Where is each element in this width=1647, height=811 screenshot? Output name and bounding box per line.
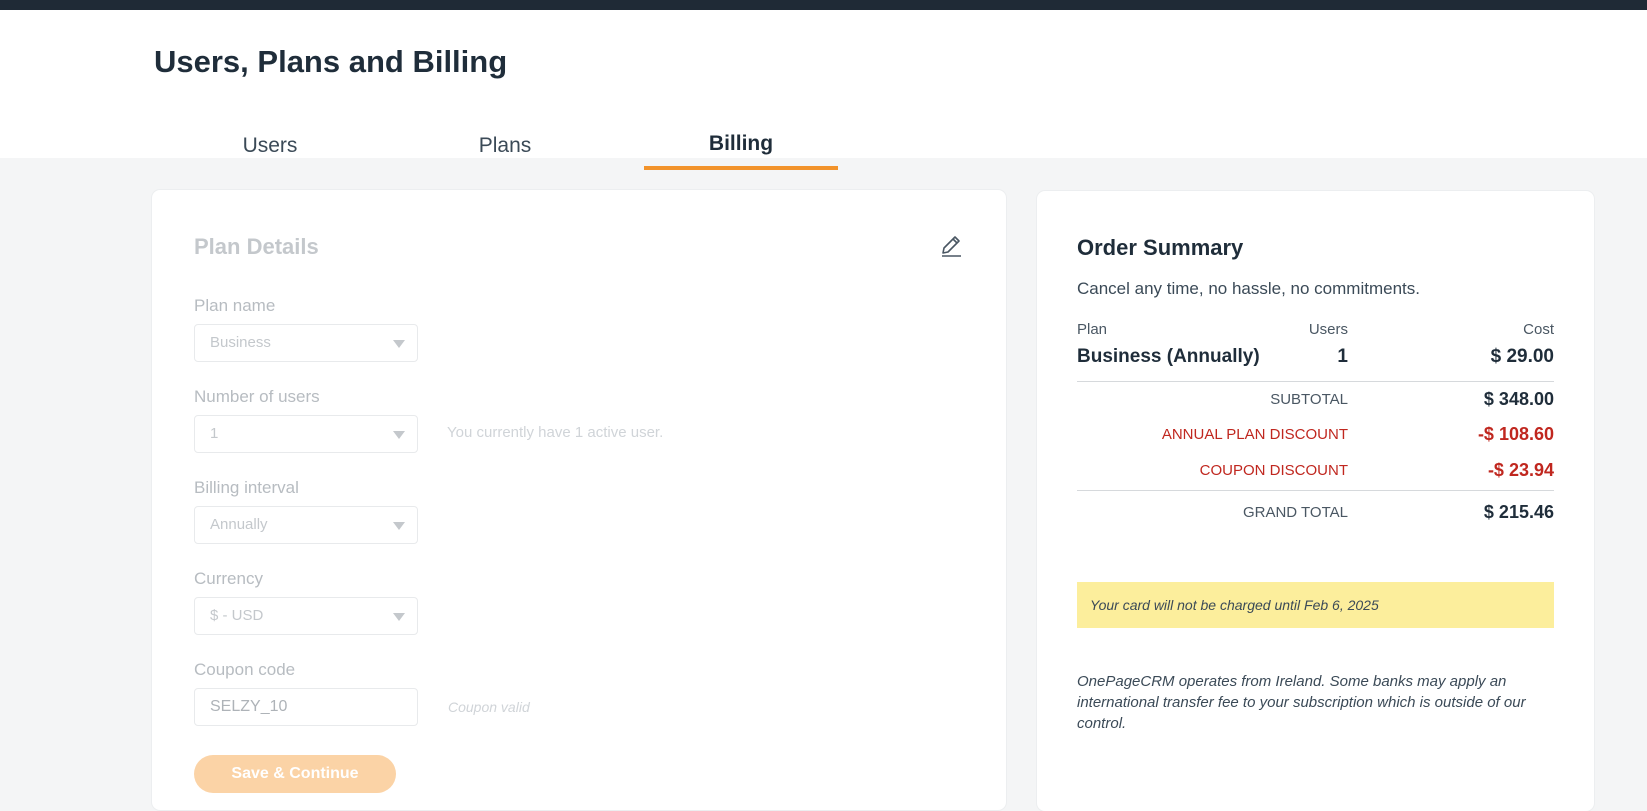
currency-label: Currency (194, 569, 263, 588)
charge-notice: Your card will not be charged until Feb … (1077, 582, 1554, 628)
grand-total-label: GRAND TOTAL (1242, 504, 1348, 521)
tab-users[interactable]: Users (190, 122, 350, 170)
plan-row-users: 1 (1337, 346, 1348, 367)
transfer-fee-footnote: OnePageCRM operates from Ireland. Some b… (1077, 673, 1526, 732)
chevron-down-icon (393, 522, 405, 530)
page-header: Users, Plans and Billing Users Plans Bil… (0, 10, 1647, 170)
coupon-code-label: Coupon code (194, 660, 296, 679)
annual-discount-value: -$ 108.60 (1477, 424, 1554, 444)
subtotal-value: $ 348.00 (1483, 389, 1554, 409)
top-bar (0, 0, 1647, 10)
plan-row-cost: $ 29.00 (1490, 346, 1554, 367)
coupon-discount-value: -$ 23.94 (1487, 460, 1554, 480)
subtotal-label: SUBTOTAL (1270, 391, 1348, 408)
chevron-down-icon (393, 431, 405, 439)
chevron-down-icon (393, 340, 405, 348)
billing-interval-select[interactable]: Annually (194, 506, 418, 544)
currency-select[interactable]: $ - USD (194, 597, 418, 635)
order-summary-card: Order Summary Cancel any time, no hassle… (1037, 191, 1594, 811)
tab-plans[interactable]: Plans (425, 122, 585, 170)
divider (1077, 381, 1554, 382)
active-users-hint: You currently have 1 active user. (447, 424, 664, 441)
order-summary-subtitle: Cancel any time, no hassle, no commitmen… (1077, 279, 1420, 298)
pencil-icon[interactable] (938, 233, 964, 259)
coupon-valid-hint: Coupon valid (448, 699, 530, 715)
currency-value: $ - USD (210, 607, 264, 624)
coupon-code-input[interactable]: SELZY_10 (194, 688, 418, 726)
page-title: Users, Plans and Billing (154, 44, 508, 79)
column-cost: Cost (1523, 321, 1554, 338)
divider (1077, 490, 1554, 491)
plan-name-select[interactable]: Business (194, 324, 418, 362)
plan-details-title: Plan Details (194, 234, 319, 259)
plan-row-name: Business (Annually) (1077, 346, 1260, 367)
chevron-down-icon (393, 613, 405, 621)
number-of-users-value: 1 (210, 425, 219, 442)
tab-billing[interactable]: Billing (644, 122, 838, 170)
save-continue-button[interactable]: Save & Continue (194, 755, 396, 793)
column-users: Users (1308, 321, 1348, 338)
billing-interval-label: Billing interval (194, 478, 299, 497)
plan-details-card: Plan Details Plan name Business Number o… (152, 190, 1006, 810)
tab-bar: Users Plans Billing (0, 122, 1647, 170)
plan-name-value: Business (210, 334, 271, 351)
number-of-users-label: Number of users (194, 387, 320, 406)
billing-interval-value: Annually (210, 516, 268, 533)
annual-discount-label: ANNUAL PLAN DISCOUNT (1161, 426, 1348, 443)
coupon-discount-label: COUPON DISCOUNT (1199, 462, 1348, 479)
grand-total-value: $ 215.46 (1483, 502, 1554, 522)
plan-name-label: Plan name (194, 296, 276, 315)
column-plan: Plan (1077, 321, 1108, 338)
number-of-users-select[interactable]: 1 (194, 415, 418, 453)
order-summary-title: Order Summary (1077, 235, 1244, 260)
